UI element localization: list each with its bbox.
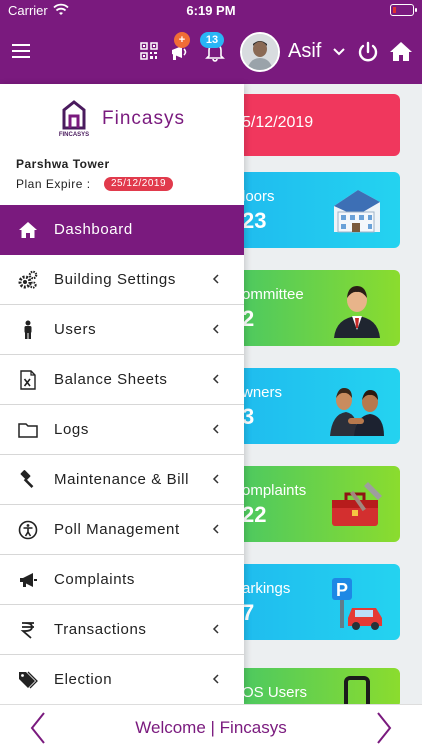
menu-label: Building Settings xyxy=(54,271,176,288)
avatar[interactable] xyxy=(240,32,280,72)
tags-icon xyxy=(19,671,38,689)
brand-logo: FINCASYS xyxy=(56,100,92,144)
toolbox-icon xyxy=(332,482,382,526)
drawer-menu: Dashboard Building Settings Users Balanc… xyxy=(0,205,244,705)
logo-icon xyxy=(62,100,86,130)
brand-name: Fincasys xyxy=(102,108,185,129)
plan-expire-label: Plan Expire : xyxy=(16,177,91,191)
footer-welcome-text: Welcome | Fincasys xyxy=(135,718,287,737)
user-name[interactable]: Asif xyxy=(288,40,321,63)
menu-item-dashboard[interactable]: Dashboard xyxy=(0,205,244,255)
people-icon xyxy=(330,388,384,436)
card-title: arkings xyxy=(242,580,291,597)
menu-label: Balance Sheets xyxy=(54,371,168,388)
building-icon xyxy=(334,190,380,233)
notification-count-badge: 13 xyxy=(200,32,224,48)
qr-code-icon[interactable] xyxy=(140,42,158,60)
menu-item-building-settings[interactable]: Building Settings xyxy=(0,255,244,305)
chevron-left-icon xyxy=(212,474,219,484)
chevron-left-icon xyxy=(212,374,219,384)
menu-label: Poll Management xyxy=(54,521,180,538)
bullhorn-icon xyxy=(20,573,37,587)
card-title: wners xyxy=(242,384,283,401)
battery-icon xyxy=(390,4,417,16)
menu-label: Dashboard xyxy=(54,221,133,238)
logo-text: FINCASYS xyxy=(58,132,90,138)
power-icon[interactable] xyxy=(357,41,379,63)
home-icon xyxy=(19,222,37,238)
card-title: 5/12/2019 xyxy=(242,114,314,131)
menu-item-maintenance-bill[interactable]: Maintenance & Bill xyxy=(0,455,244,505)
businessman-icon xyxy=(334,286,380,338)
svg-text:P: P xyxy=(336,580,348,600)
chevron-left-icon xyxy=(212,524,219,534)
menu-label: Election xyxy=(54,671,113,688)
menu-label: Users xyxy=(54,321,97,338)
menu-icon[interactable] xyxy=(12,44,30,58)
chevron-left-icon xyxy=(212,274,219,284)
card-title: ommittee xyxy=(242,286,304,303)
brand: FINCASYS Fincasys xyxy=(56,100,196,142)
folder-icon xyxy=(18,423,38,438)
home-icon[interactable] xyxy=(389,40,413,62)
card-title: OS Users xyxy=(242,684,308,701)
chevron-down-icon[interactable] xyxy=(332,41,346,61)
menu-item-transactions[interactable]: Transactions xyxy=(0,605,244,655)
clock: 6:19 PM xyxy=(186,3,236,18)
menu-label: Maintenance & Bill xyxy=(54,471,190,488)
card-title: omplaints xyxy=(242,482,307,499)
card-value: 22 xyxy=(242,502,267,527)
person-icon xyxy=(24,320,32,339)
excel-file-icon xyxy=(20,370,36,390)
menu-label: Complaints xyxy=(54,571,136,588)
gavel-icon xyxy=(20,470,34,488)
menu-item-users[interactable]: Users xyxy=(0,305,244,355)
menu-item-poll-management[interactable]: Poll Management xyxy=(0,505,244,555)
card-value: 23 xyxy=(242,208,267,233)
menu-item-logs[interactable]: Logs xyxy=(0,405,244,455)
rupee-icon xyxy=(20,622,34,639)
status-bar: Carrier 6:19 PM xyxy=(0,0,422,22)
plan-expire-date: 25/12/2019 xyxy=(104,177,174,191)
chevron-left-icon xyxy=(212,674,219,684)
menu-label: Transactions xyxy=(54,621,147,638)
menu-item-complaints[interactable]: Complaints xyxy=(0,555,244,605)
chevron-left-icon xyxy=(212,624,219,634)
announcement-badge: + xyxy=(174,32,190,48)
chevron-right-icon[interactable] xyxy=(374,711,394,745)
menu-label: Logs xyxy=(54,421,89,438)
menu-item-balance-sheets[interactable]: Balance Sheets xyxy=(0,355,244,405)
footer-bar: Welcome | Fincasys xyxy=(0,704,422,750)
menu-item-election[interactable]: Election xyxy=(0,655,244,705)
accessibility-icon xyxy=(18,520,38,540)
gears-icon xyxy=(18,270,38,289)
chevron-left-icon xyxy=(212,324,219,334)
chevron-left-icon xyxy=(212,424,219,434)
society-name: Parshwa Tower xyxy=(16,157,110,171)
navigation-drawer: FINCASYS Fincasys Parshwa Tower Plan Exp… xyxy=(0,84,244,705)
parking-icon: P xyxy=(332,578,382,630)
app-header: + 13 Asif xyxy=(0,22,422,84)
card-title: loors xyxy=(242,188,275,205)
